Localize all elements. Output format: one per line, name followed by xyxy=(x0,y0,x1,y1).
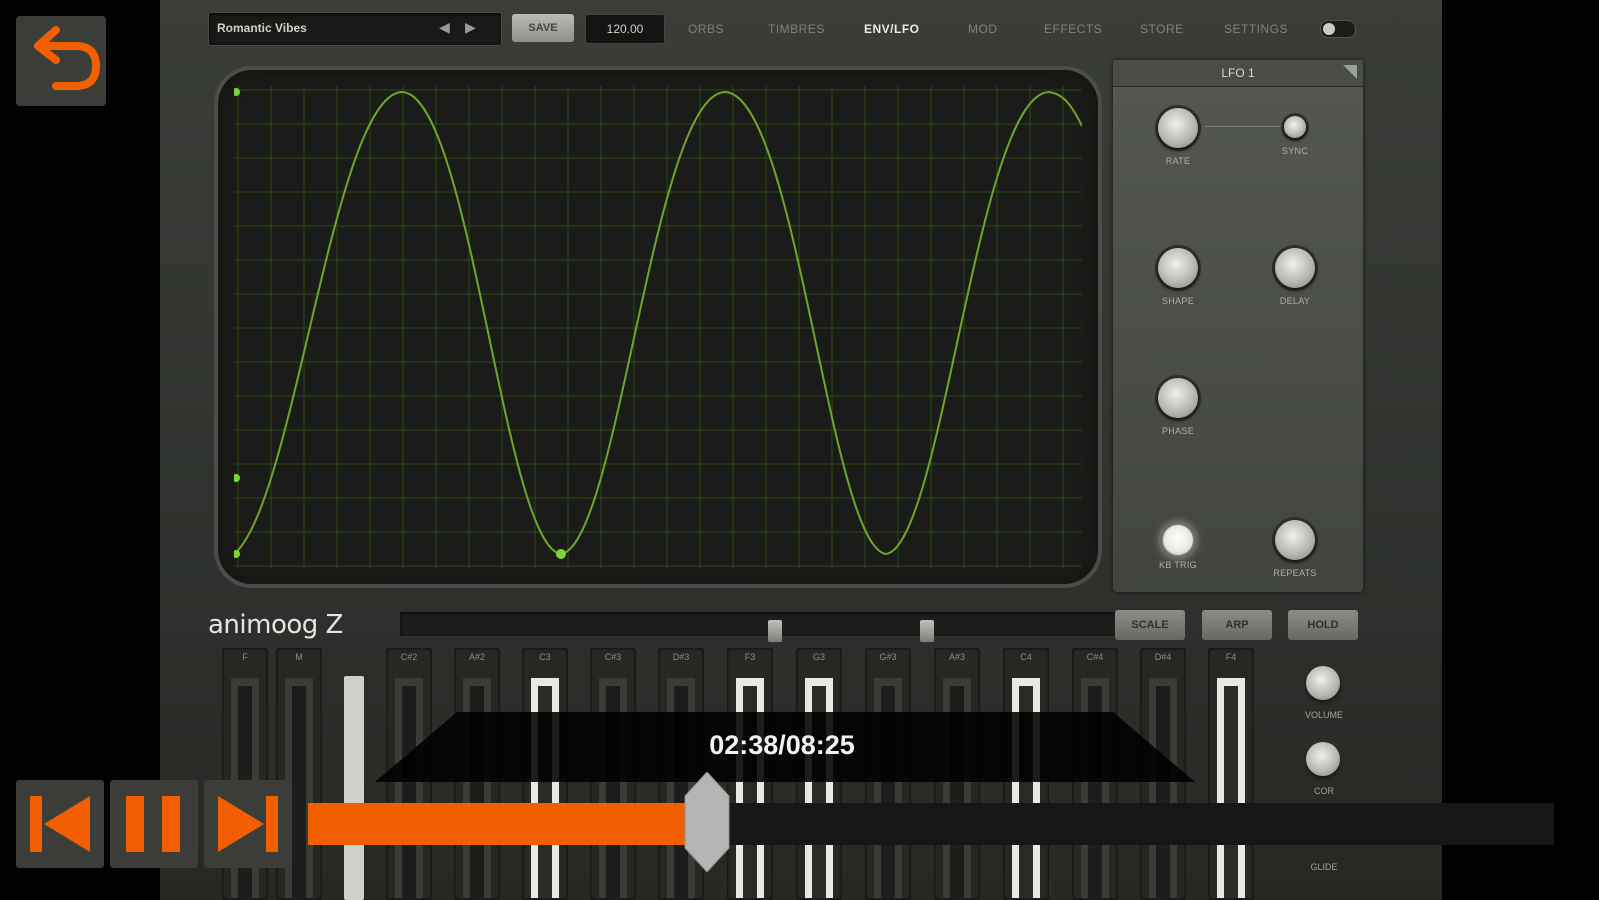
phase-label: PHASE xyxy=(1161,426,1194,436)
bpm-field[interactable]: 120.00 xyxy=(585,14,665,44)
keyboard-range-slider[interactable] xyxy=(400,612,1128,642)
shape-knob[interactable] xyxy=(1158,248,1198,288)
key-bar xyxy=(1012,678,1040,898)
undo-arrow-icon xyxy=(34,26,100,90)
skip-next-icon xyxy=(218,796,278,852)
rate-label: RATE xyxy=(1165,156,1191,166)
key-bar xyxy=(874,678,902,898)
envelope-node[interactable] xyxy=(234,550,240,558)
key-note-label: M xyxy=(295,652,303,662)
preset-prev-icon[interactable]: ◀ xyxy=(439,19,450,36)
save-button[interactable]: SAVE xyxy=(512,14,574,42)
tab-orbs[interactable]: ORBS xyxy=(688,22,724,36)
delay-knob[interactable] xyxy=(1275,248,1315,288)
envelope-node[interactable] xyxy=(234,88,240,96)
key-note-label: C#3 xyxy=(604,652,622,662)
envelope-node[interactable] xyxy=(556,549,566,559)
scale-button[interactable]: SCALE xyxy=(1115,610,1185,640)
phase-knob[interactable] xyxy=(1158,378,1198,418)
key-note-label: F3 xyxy=(744,652,756,662)
key-bar xyxy=(395,678,423,898)
volume-knob[interactable] xyxy=(1306,666,1340,700)
cor-knob[interactable] xyxy=(1306,742,1340,776)
key-bar xyxy=(805,678,833,898)
arp-button[interactable]: ARP xyxy=(1202,610,1272,640)
pause-icon xyxy=(126,796,180,852)
preset-selector[interactable]: Romantic Vibes ◀ ▶ xyxy=(208,12,502,46)
key-note-label: C3 xyxy=(539,652,551,662)
key-bar xyxy=(736,678,764,898)
key-bar xyxy=(1081,678,1109,898)
cor-label: COR xyxy=(1314,786,1334,796)
skip-previous-icon xyxy=(30,796,90,852)
panel-corner-icon[interactable] xyxy=(1343,65,1357,79)
key-bar xyxy=(463,678,491,898)
previous-button[interactable] xyxy=(16,780,104,868)
glide-label: GLIDE xyxy=(1310,862,1338,872)
tab-store[interactable]: STORE xyxy=(1140,22,1184,36)
app-logo: animoog Z xyxy=(208,610,343,640)
key-note-label: G#3 xyxy=(879,652,897,662)
key-note-label: F xyxy=(242,652,248,662)
lfo-waveform-curve xyxy=(234,90,1082,556)
key-bar xyxy=(599,678,627,898)
next-button[interactable] xyxy=(204,780,292,868)
rate-sync-link xyxy=(1205,126,1285,127)
hold-button[interactable]: HOLD xyxy=(1288,610,1358,640)
key-strip[interactable]: F4 xyxy=(1208,648,1254,900)
delay-label: DELAY xyxy=(1279,296,1311,306)
tab-env-lfo[interactable]: ENV/LFO xyxy=(864,22,920,36)
kb-trig-button[interactable] xyxy=(1163,525,1193,555)
range-slider-left-handle[interactable] xyxy=(768,620,782,642)
key-note-label: A#2 xyxy=(468,652,485,662)
lfo-panel: LFO 1 RATE SYNC SHAPE DELAY PHASE KB TRI… xyxy=(1113,60,1363,592)
tab-effects[interactable]: EFFECTS xyxy=(1044,22,1102,36)
key-note-label: A#3 xyxy=(948,652,965,662)
range-slider-right-handle[interactable] xyxy=(920,620,934,642)
key-note-label: C#2 xyxy=(400,652,418,662)
envelope-node[interactable] xyxy=(234,474,240,482)
tab-mod[interactable]: MOD xyxy=(968,22,998,36)
kb-trig-label: KB TRIG xyxy=(1159,560,1197,570)
rate-knob[interactable] xyxy=(1158,108,1198,148)
pause-button[interactable] xyxy=(110,780,198,868)
key-note-label: C#4 xyxy=(1086,652,1104,662)
key-note-label: C4 xyxy=(1020,652,1032,662)
key-note-label: D#3 xyxy=(672,652,690,662)
playback-time: 02:38/08:25 xyxy=(709,730,855,760)
sync-label: SYNC xyxy=(1281,146,1309,156)
repeats-label: REPEATS xyxy=(1273,568,1317,578)
preset-name: Romantic Vibes xyxy=(217,21,307,35)
waveform-graph[interactable] xyxy=(234,86,1082,568)
key-bar xyxy=(943,678,971,898)
key-bar xyxy=(531,678,559,898)
pitch-strip[interactable] xyxy=(344,676,364,900)
key-note-label: G3 xyxy=(812,652,825,662)
top-bar: Romantic Vibes ◀ ▶ SAVE 120.00 ORBS TIMB… xyxy=(208,8,1384,48)
sync-knob[interactable] xyxy=(1284,116,1306,138)
shape-label: SHAPE xyxy=(1161,296,1194,306)
tab-timbres[interactable]: TIMBRES xyxy=(768,22,825,36)
key-note-label: D#4 xyxy=(1154,652,1172,662)
lfo-waveform-display xyxy=(218,70,1098,584)
keyboard-header: animoog Z SCALE ARP HOLD xyxy=(200,604,1400,644)
key-note-label: F4 xyxy=(1225,652,1237,662)
grid-lines xyxy=(234,86,1082,568)
tab-settings[interactable]: SETTINGS xyxy=(1224,22,1288,36)
key-bar xyxy=(1149,678,1177,898)
key-bar xyxy=(1217,678,1245,898)
progress-fill xyxy=(308,803,707,845)
back-button[interactable] xyxy=(16,16,106,106)
repeats-knob[interactable] xyxy=(1275,520,1315,560)
volume-label: VOLUME xyxy=(1304,710,1343,720)
lfo-title: LFO 1 xyxy=(1113,60,1363,87)
progress-scrubber[interactable] xyxy=(683,772,731,872)
mode-toggle[interactable] xyxy=(1320,20,1356,38)
preset-next-icon[interactable]: ▶ xyxy=(465,19,476,36)
